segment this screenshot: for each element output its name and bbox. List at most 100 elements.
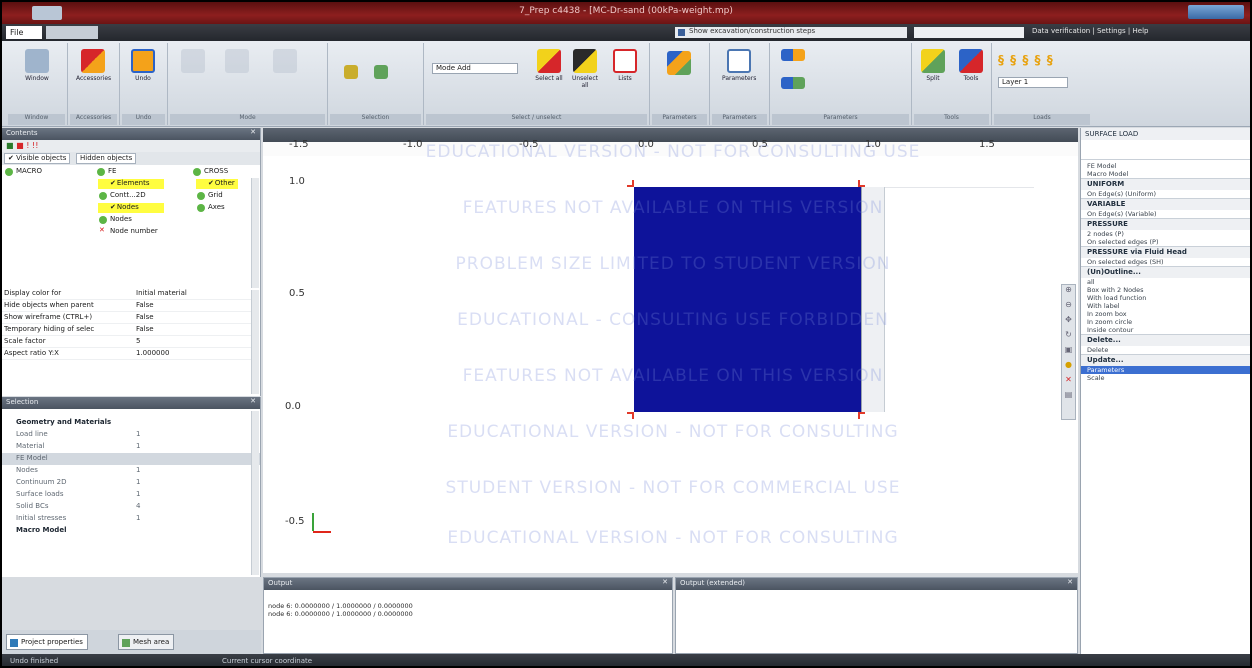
window-button[interactable]: Window [20,49,54,82]
close-icon[interactable]: ✕ [662,578,668,586]
tree-node-nodes-2[interactable]: Nodes [98,215,132,225]
node-marker[interactable] [858,412,865,419]
undo-button[interactable]: Undo [126,49,160,82]
mode-dropdown[interactable]: Mode Add [432,63,518,74]
selection-row[interactable]: Continuum 2D 1 [2,477,260,489]
pan-icon[interactable]: ✥ [1062,315,1075,330]
ribbon-tab-home[interactable] [46,26,98,39]
selection-category[interactable]: Geometry and Materials [2,417,260,429]
light-icon[interactable]: ● [1062,360,1075,375]
lists-button[interactable]: Lists [608,49,642,82]
visibility-tabs: ✔ Visible objects Hidden objects [2,152,260,165]
unselect-all-button[interactable]: Unselect all [568,49,602,89]
command-item[interactable]: Inside contour [1081,326,1250,334]
close-icon[interactable]: ✕ [250,397,256,405]
tree-node-fe[interactable]: FE [96,167,116,177]
tab-project-properties[interactable]: Project properties [6,634,88,650]
tree-node-node-number[interactable]: ✕ Node number [98,226,158,237]
draw-tools-button[interactable] [776,77,810,91]
zoom-button[interactable] [268,49,302,75]
tree-node-axes[interactable]: Axes [196,203,225,213]
redo-button[interactable] [176,49,210,75]
app-window: 7_Prep c4438 - [MC-Dr-sand (00kPa-weight… [0,0,1252,668]
props-scrollbar[interactable] [251,290,259,394]
move-button[interactable] [662,51,696,77]
prop-row[interactable]: Display color for Initial material [2,288,252,300]
prop-row[interactable]: Temporary hiding of selec False [2,324,252,336]
selection-row[interactable]: Solid BCs 4 [2,501,260,513]
tab-visible-objects[interactable]: ✔ Visible objects [4,153,71,164]
command-item[interactable]: With label [1081,302,1250,310]
command-item[interactable]: FE Model [1081,162,1250,170]
select-tool-button[interactable] [334,65,368,81]
node-marker[interactable] [627,180,634,187]
command-item[interactable]: 2 nodes (P) [1081,230,1250,238]
prop-row[interactable]: Show wireframe (CTRL+) False [2,312,252,324]
selection-scrollbar[interactable] [251,411,259,575]
menu-right-links[interactable]: Data verification | Settings | Help [1032,27,1250,38]
command-item-selected[interactable]: Parameters [1081,366,1250,374]
hide-icon[interactable]: !! [32,141,38,150]
tree-node-elements[interactable]: ✔Elements [98,179,164,189]
command-item[interactable]: Scale [1081,374,1250,382]
tree-node-other[interactable]: ✔Other [196,179,238,189]
tree-node-grid[interactable]: Grid [196,191,223,201]
prop-row[interactable]: Scale factor 5 [2,336,252,348]
selection-category[interactable]: Macro Model [2,525,260,537]
model-canvas[interactable]: -1.5 -1.0 -0.5 0.0 0.5 1.0 1.5 1.0 0.5 0… [263,128,1078,573]
tree-scrollbar[interactable] [251,178,259,288]
step-selector[interactable] [914,27,1024,38]
command-item[interactable]: Macro Model [1081,170,1250,178]
split-button[interactable]: Split [916,49,950,82]
delete-icon[interactable]: ✕ [1062,375,1075,390]
node-marker[interactable] [627,412,634,419]
node-marker[interactable] [858,180,865,187]
command-item[interactable]: Delete [1081,346,1250,354]
accessories-button[interactable]: Accessories [76,49,111,82]
select-all-button[interactable]: Select all [532,49,566,82]
tree-node-nodes[interactable]: ✔Nodes [98,203,164,213]
show-steps-toggle[interactable]: Show excavation/construction steps [675,27,907,38]
tools-button[interactable]: Tools [954,49,988,82]
command-item[interactable]: On Edge(s) (Variable) [1081,210,1250,218]
close-icon[interactable]: ✕ [250,128,256,136]
command-item[interactable]: In zoom circle [1081,318,1250,326]
selection-row-selected[interactable]: FE Model [2,453,260,465]
command-item[interactable]: all [1081,278,1250,286]
window-controls[interactable] [1188,5,1244,19]
selection-row[interactable]: Nodes 1 [2,465,260,477]
filter-icon[interactable]: ! [26,141,29,150]
tree-node-contt2d[interactable]: Contt...2D [98,191,146,201]
load-icons[interactable]: § § § § § [998,53,1054,67]
prop-row[interactable]: Hide objects when parent False [2,300,252,312]
zoom-in-icon[interactable]: ⊕ [1062,285,1075,300]
fit-icon[interactable]: ▣ [1062,345,1075,360]
command-item[interactable]: Box with 2 Nodes [1081,286,1250,294]
command-item[interactable]: On Edge(s) (Uniform) [1081,190,1250,198]
selection-row[interactable]: Initial stresses 1 [2,513,260,525]
command-item[interactable]: On selected edges (P) [1081,238,1250,246]
table-tool-button[interactable] [364,65,398,81]
selection-row[interactable]: Material 1 [2,441,260,453]
tab-hidden-objects[interactable]: Hidden objects [76,153,137,164]
layer-dropdown[interactable]: Layer 1 [998,77,1068,88]
parameters-button[interactable]: Parameters [722,49,756,82]
tree-node-cross[interactable]: CROSS [192,167,228,177]
prop-row[interactable]: Aspect ratio Y:X 1.000000 [2,348,252,360]
close-icon[interactable]: ✕ [1067,578,1073,586]
zoom-out-icon[interactable]: ⊖ [1062,300,1075,315]
grid-tools-button[interactable] [776,49,810,63]
command-item[interactable]: In zoom box [1081,310,1250,318]
refresh-icon[interactable]: ■ [6,141,14,150]
delete-icon[interactable]: ■ [16,141,24,150]
selection-row[interactable]: Load line 1 [2,429,260,441]
command-item[interactable]: On selected edges (SH) [1081,258,1250,266]
file-menu[interactable]: File [6,26,42,39]
cursor-button[interactable] [220,49,254,75]
command-item[interactable]: With load function [1081,294,1250,302]
rotate-icon[interactable]: ↻ [1062,330,1075,345]
print-icon[interactable]: ▤ [1062,390,1075,405]
tab-mesh-area[interactable]: Mesh area [118,634,175,650]
tree-node-macro[interactable]: MACRO [4,167,42,177]
selection-row[interactable]: Surface loads 1 [2,489,260,501]
